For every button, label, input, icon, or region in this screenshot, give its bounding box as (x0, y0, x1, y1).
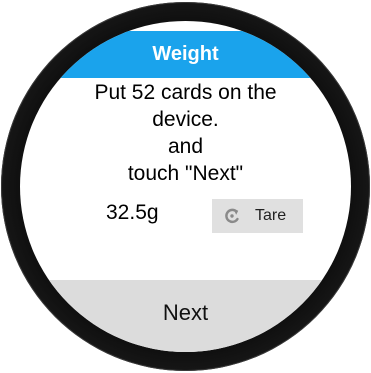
instruction-line: device. (152, 108, 219, 131)
page-title: Weight (152, 43, 219, 65)
next-button[interactable]: Next (20, 280, 351, 352)
tare-button[interactable]: Tare (212, 199, 303, 233)
watch-frame: Weight Put 52 cards on the device. and t… (0, 0, 371, 373)
watch-screen: Weight Put 52 cards on the device. and t… (20, 21, 351, 352)
refresh-icon (223, 207, 241, 225)
instructions-text: Put 52 cards on the device. and touch "N… (20, 79, 351, 187)
tare-label: Tare (255, 207, 287, 224)
instruction-line: touch "Next" (127, 162, 244, 185)
weight-reading: 32.5g (106, 201, 159, 224)
instruction-line: and (167, 135, 204, 158)
instruction-line: Put 52 cards on the (94, 81, 277, 104)
next-label: Next (162, 300, 209, 325)
title-bar: Weight (20, 31, 351, 78)
